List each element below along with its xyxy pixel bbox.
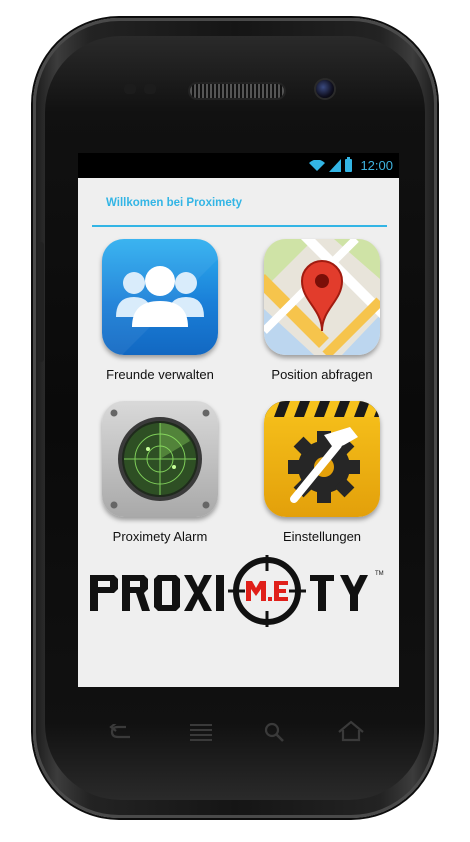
tile-friends-label: Freunde verwalten — [106, 367, 214, 382]
radar-icon — [102, 401, 218, 517]
home-icon[interactable] — [336, 720, 366, 742]
tile-alarm-label: Proximety Alarm — [112, 529, 208, 544]
friends-icon — [102, 239, 218, 355]
back-icon[interactable] — [108, 724, 138, 740]
earpiece-speaker — [190, 84, 284, 98]
tile-settings[interactable]: Einstellungen — [242, 401, 399, 544]
status-time: 12:00 — [360, 158, 393, 173]
welcome-title: Willkomen bei Proximety — [106, 197, 243, 209]
app-screen: 12:00 Willkomen bei Proximety Freunde ve… — [78, 153, 399, 687]
tile-position-label: Position abfragen — [271, 367, 373, 382]
volume-button — [38, 242, 44, 362]
search-icon[interactable] — [264, 722, 286, 742]
sensor-left — [124, 84, 136, 94]
front-camera — [316, 80, 334, 98]
sensor-right — [144, 84, 156, 94]
battery-icon — [345, 157, 353, 172]
proximety-logo: TM — [90, 555, 384, 627]
settings-gear-icon — [264, 401, 380, 517]
map-pin-icon — [264, 239, 380, 355]
signal-icon — [329, 159, 342, 172]
header-divider — [92, 225, 387, 227]
status-bar: 12:00 — [78, 153, 399, 178]
tile-alarm[interactable]: Proximety Alarm — [80, 401, 240, 544]
svg-text:TM: TM — [375, 571, 384, 577]
tile-friends[interactable]: Freunde verwalten — [80, 239, 240, 382]
tile-position[interactable]: Position abfragen — [242, 239, 399, 382]
wifi-icon — [309, 159, 326, 171]
menu-icon[interactable] — [188, 722, 214, 742]
tile-settings-label: Einstellungen — [282, 529, 362, 544]
